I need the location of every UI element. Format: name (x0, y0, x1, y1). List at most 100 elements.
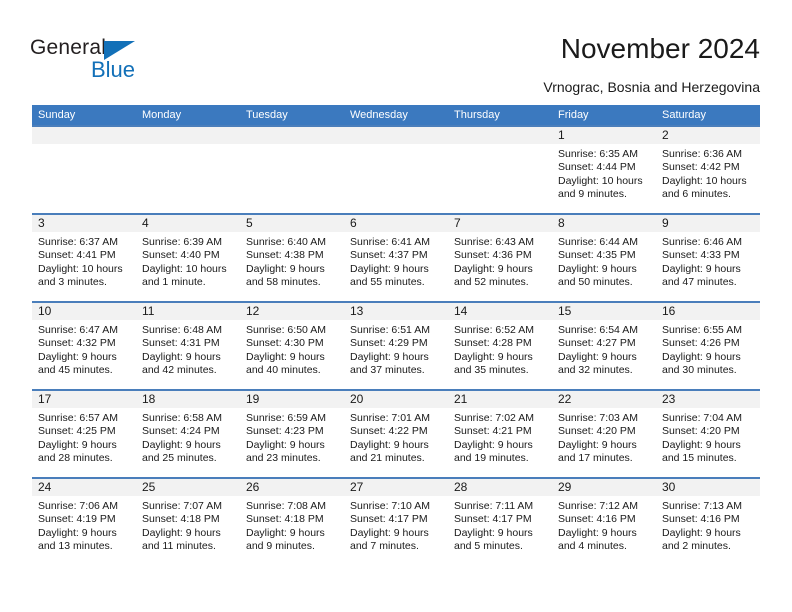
sunset-text: Sunset: 4:16 PM (662, 513, 740, 526)
day-cell[interactable]: 26 Sunrise: 7:08 AM Sunset: 4:18 PM Dayligh… (240, 479, 344, 565)
day-sun-info: Sunrise: 6:46 AM Sunset: 4:33 PM Daylight:… (656, 232, 760, 290)
day-number-band: 11 (136, 303, 240, 320)
daylight-text: Daylight: 9 hours and 35 minutes. (454, 350, 533, 377)
daylight-text: Daylight: 9 hours and 13 minutes. (38, 526, 117, 553)
daylight-text: Daylight: 9 hours and 9 minutes. (246, 526, 325, 553)
page-header: General Blue November 2024 Vrnograc, Bos… (0, 0, 792, 104)
weekday-header-saturday: Saturday (662, 109, 707, 121)
calendar-week-row: 17 Sunrise: 6:57 AM Sunset: 4:25 PM Dayligh… (32, 389, 760, 477)
daylight-text: Daylight: 9 hours and 7 minutes. (350, 526, 429, 553)
day-number-band: 22 (552, 391, 656, 408)
day-sun-info: Sunrise: 6:54 AM Sunset: 4:27 PM Daylight:… (552, 320, 656, 378)
day-number: 18 (142, 392, 156, 406)
day-number-band: 18 (136, 391, 240, 408)
sunset-text: Sunset: 4:23 PM (246, 425, 324, 438)
day-number: 25 (142, 480, 156, 494)
day-sun-info: Sunrise: 6:52 AM Sunset: 4:28 PM Daylight:… (448, 320, 552, 378)
daylight-text: Daylight: 10 hours and 1 minute. (142, 262, 227, 289)
day-cell[interactable]: 23 Sunrise: 7:04 AM Sunset: 4:20 PM Dayligh… (656, 391, 760, 477)
daylight-text: Daylight: 10 hours and 9 minutes. (558, 174, 643, 201)
day-cell[interactable]: 14 Sunrise: 6:52 AM Sunset: 4:28 PM Dayligh… (448, 303, 552, 389)
day-number-band: 16 (656, 303, 760, 320)
day-number-band: 4 (136, 215, 240, 232)
day-cell[interactable]: 20 Sunrise: 7:01 AM Sunset: 4:22 PM Dayligh… (344, 391, 448, 477)
day-cell-empty (136, 127, 240, 213)
day-cell[interactable]: 19 Sunrise: 6:59 AM Sunset: 4:23 PM Dayligh… (240, 391, 344, 477)
day-cell[interactable]: 17 Sunrise: 6:57 AM Sunset: 4:25 PM Dayligh… (32, 391, 136, 477)
day-sun-info: Sunrise: 7:01 AM Sunset: 4:22 PM Daylight:… (344, 408, 448, 466)
day-number-band: 20 (344, 391, 448, 408)
day-cell[interactable]: 12 Sunrise: 6:50 AM Sunset: 4:30 PM Dayligh… (240, 303, 344, 389)
sunset-text: Sunset: 4:26 PM (662, 337, 740, 350)
sunrise-text: Sunrise: 6:35 AM (558, 148, 638, 160)
day-cell[interactable]: 3 Sunrise: 6:37 AM Sunset: 4:41 PM Daylight… (32, 215, 136, 301)
day-number: 2 (662, 128, 669, 142)
day-cell[interactable]: 11 Sunrise: 6:48 AM Sunset: 4:31 PM Dayligh… (136, 303, 240, 389)
page-title: November 2024 (560, 33, 760, 64)
day-cell[interactable]: 5 Sunrise: 6:40 AM Sunset: 4:38 PM Daylight… (240, 215, 344, 301)
day-cell[interactable]: 1 Sunrise: 6:35 AM Sunset: 4:44 PM Daylight… (552, 127, 656, 213)
day-cell[interactable]: 7 Sunrise: 6:43 AM Sunset: 4:36 PM Daylight… (448, 215, 552, 301)
day-cell[interactable]: 8 Sunrise: 6:44 AM Sunset: 4:35 PM Daylight… (552, 215, 656, 301)
day-number: 30 (662, 480, 676, 494)
sunset-text: Sunset: 4:20 PM (662, 425, 740, 438)
day-number: 3 (38, 216, 45, 230)
daylight-text: Daylight: 9 hours and 32 minutes. (558, 350, 637, 377)
day-sun-info: Sunrise: 6:43 AM Sunset: 4:36 PM Daylight:… (448, 232, 552, 290)
sunrise-text: Sunrise: 7:04 AM (662, 412, 742, 424)
day-number: 7 (454, 216, 461, 230)
day-cell[interactable]: 28 Sunrise: 7:11 AM Sunset: 4:17 PM Dayligh… (448, 479, 552, 565)
day-cell[interactable]: 6 Sunrise: 6:41 AM Sunset: 4:37 PM Daylight… (344, 215, 448, 301)
day-cell[interactable]: 9 Sunrise: 6:46 AM Sunset: 4:33 PM Daylight… (656, 215, 760, 301)
sunset-text: Sunset: 4:29 PM (350, 337, 428, 350)
day-cell[interactable]: 22 Sunrise: 7:03 AM Sunset: 4:20 PM Dayligh… (552, 391, 656, 477)
calendar-week-row: 24 Sunrise: 7:06 AM Sunset: 4:19 PM Dayligh… (32, 477, 760, 565)
sunset-text: Sunset: 4:33 PM (662, 249, 740, 262)
general-blue-logo[interactable]: General Blue (30, 36, 200, 84)
day-cell[interactable]: 21 Sunrise: 7:02 AM Sunset: 4:21 PM Dayligh… (448, 391, 552, 477)
sunrise-text: Sunrise: 6:58 AM (142, 412, 222, 424)
day-sun-info: Sunrise: 6:47 AM Sunset: 4:32 PM Daylight:… (32, 320, 136, 378)
sunset-text: Sunset: 4:17 PM (454, 513, 532, 526)
daylight-text: Daylight: 9 hours and 11 minutes. (142, 526, 221, 553)
sunset-text: Sunset: 4:20 PM (558, 425, 636, 438)
sunset-text: Sunset: 4:31 PM (142, 337, 220, 350)
sunset-text: Sunset: 4:37 PM (350, 249, 428, 262)
day-number: 21 (454, 392, 468, 406)
daylight-text: Daylight: 9 hours and 15 minutes. (662, 438, 741, 465)
day-cell[interactable]: 27 Sunrise: 7:10 AM Sunset: 4:17 PM Dayligh… (344, 479, 448, 565)
sunrise-text: Sunrise: 7:08 AM (246, 500, 326, 512)
day-cell[interactable]: 4 Sunrise: 6:39 AM Sunset: 4:40 PM Daylight… (136, 215, 240, 301)
day-cell[interactable]: 30 Sunrise: 7:13 AM Sunset: 4:16 PM Dayligh… (656, 479, 760, 565)
day-number: 4 (142, 216, 149, 230)
day-cell-empty (32, 127, 136, 213)
day-number-band: 25 (136, 479, 240, 496)
daylight-text: Daylight: 9 hours and 50 minutes. (558, 262, 637, 289)
sunset-text: Sunset: 4:38 PM (246, 249, 324, 262)
weekday-header-tuesday: Tuesday (246, 109, 288, 121)
day-number: 26 (246, 480, 260, 494)
sunrise-text: Sunrise: 6:37 AM (38, 236, 118, 248)
day-cell[interactable]: 15 Sunrise: 6:54 AM Sunset: 4:27 PM Dayligh… (552, 303, 656, 389)
logo-text-blue: Blue (91, 57, 136, 82)
day-cell[interactable]: 24 Sunrise: 7:06 AM Sunset: 4:19 PM Dayligh… (32, 479, 136, 565)
daylight-text: Daylight: 9 hours and 21 minutes. (350, 438, 429, 465)
day-cell[interactable]: 10 Sunrise: 6:47 AM Sunset: 4:32 PM Dayligh… (32, 303, 136, 389)
day-cell[interactable]: 2 Sunrise: 6:36 AM Sunset: 4:42 PM Daylight… (656, 127, 760, 213)
daylight-text: Daylight: 9 hours and 55 minutes. (350, 262, 429, 289)
day-number: 15 (558, 304, 572, 318)
day-cell[interactable]: 16 Sunrise: 6:55 AM Sunset: 4:26 PM Dayligh… (656, 303, 760, 389)
day-cell[interactable]: 29 Sunrise: 7:12 AM Sunset: 4:16 PM Dayligh… (552, 479, 656, 565)
sunrise-text: Sunrise: 6:39 AM (142, 236, 222, 248)
sunset-text: Sunset: 4:40 PM (142, 249, 220, 262)
day-sun-info: Sunrise: 7:02 AM Sunset: 4:21 PM Daylight:… (448, 408, 552, 466)
sunset-text: Sunset: 4:30 PM (246, 337, 324, 350)
sunrise-text: Sunrise: 7:12 AM (558, 500, 638, 512)
day-cell[interactable]: 25 Sunrise: 7:07 AM Sunset: 4:18 PM Dayligh… (136, 479, 240, 565)
day-number-band: 27 (344, 479, 448, 496)
sunrise-text: Sunrise: 6:36 AM (662, 148, 742, 160)
day-cell[interactable]: 13 Sunrise: 6:51 AM Sunset: 4:29 PM Dayligh… (344, 303, 448, 389)
sunrise-text: Sunrise: 6:48 AM (142, 324, 222, 336)
day-cell[interactable]: 18 Sunrise: 6:58 AM Sunset: 4:24 PM Dayligh… (136, 391, 240, 477)
day-number-band (32, 127, 136, 144)
